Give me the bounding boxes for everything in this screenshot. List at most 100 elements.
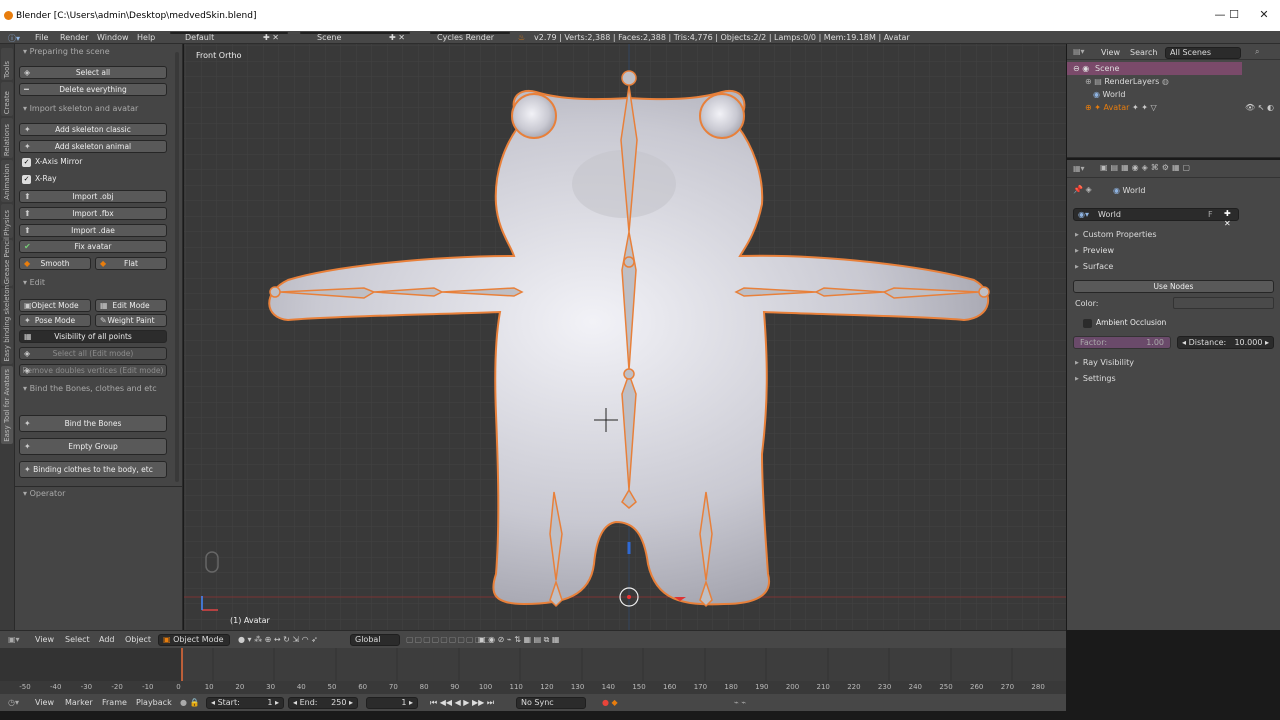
object-mode-button[interactable]: ▣ Object Mode xyxy=(19,299,91,312)
menu-object[interactable]: Object xyxy=(125,635,151,644)
timeline-tick-label: 250 xyxy=(939,683,953,691)
playback-controls[interactable]: ⏮ ◀◀ ◀ ▶ ▶▶ ⏭ xyxy=(430,698,494,708)
timeline-tick-label: -30 xyxy=(80,683,93,691)
start-frame-field[interactable]: ◂ Start: 1 ▸ xyxy=(206,697,284,709)
timeline-tick-label: 20 xyxy=(235,683,245,691)
snap-icons[interactable]: ▣ ◉ ⊘ ⌁ ⇅ ▦ ▤ ⧉ ▦ xyxy=(478,635,560,645)
lock-icon[interactable]: ● 🔒 xyxy=(180,698,199,707)
binding-clothes-button[interactable]: ✦ Binding clothes to the body, etc xyxy=(19,461,167,478)
tab-easy-tool-avatars[interactable]: Easy Tool for Avatars xyxy=(1,366,13,444)
outliner-row-world[interactable]: ◉ World xyxy=(1093,90,1125,99)
outliner-display-mode[interactable]: All Scenes xyxy=(1165,47,1241,59)
frame-menu[interactable]: Frame xyxy=(102,698,127,707)
toolshelf-scrollbar[interactable] xyxy=(175,52,179,482)
section-operator[interactable]: ▾ Operator xyxy=(23,489,65,498)
mode-select[interactable]: ▣ Object Mode xyxy=(158,634,230,646)
section-preparing[interactable]: ▾ Preparing the scene xyxy=(23,47,110,56)
timeline-view-menu[interactable]: View xyxy=(35,698,54,707)
import-dae-button[interactable]: ⬆ Import .dae xyxy=(19,224,167,237)
close-window-button[interactable]: ✕ xyxy=(1244,8,1280,24)
tab-tools[interactable]: Tools xyxy=(1,48,13,80)
empty-group-button[interactable]: ✦ Empty Group xyxy=(19,438,167,455)
menu-add[interactable]: Add xyxy=(99,635,115,644)
custom-properties-panel[interactable]: Custom Properties xyxy=(1075,230,1157,239)
section-import[interactable]: ▾ Import skeleton and avatar xyxy=(23,104,138,113)
pose-mode-button[interactable]: ✦ Pose Mode xyxy=(19,314,91,327)
factor-field[interactable]: Factor: 1.00 xyxy=(1073,336,1171,349)
orientation-select[interactable]: Global xyxy=(350,634,400,646)
timeline-tick-label: 120 xyxy=(540,683,554,691)
menu-select[interactable]: Select xyxy=(65,635,90,644)
settings-panel[interactable]: Settings xyxy=(1075,374,1116,383)
bind-bones-button[interactable]: ✦ Bind the Bones xyxy=(19,415,167,432)
outliner-row-renderlayers[interactable]: ⊕ ▤ RenderLayers ◍ xyxy=(1085,77,1169,86)
current-frame-field[interactable]: 1 ▸ xyxy=(366,697,418,709)
remove-doubles-button[interactable]: ◈ Remove doubles vertices (Edit mode) xyxy=(19,364,167,377)
timeline-tick-label: 200 xyxy=(785,683,800,691)
surface-panel[interactable]: Surface xyxy=(1075,262,1113,271)
smooth-button[interactable]: ◆ Smooth xyxy=(19,257,91,270)
record-icon[interactable]: ● ◆ xyxy=(602,698,618,707)
marker-menu[interactable]: Marker xyxy=(65,698,93,707)
menu-help[interactable]: Help xyxy=(137,33,155,42)
select-all-edit-button[interactable]: ◈ Select all (Edit mode) xyxy=(19,347,167,360)
menu-file[interactable]: File xyxy=(35,33,48,42)
add-skeleton-animal-button[interactable]: ✦ Add skeleton animal xyxy=(19,140,167,153)
outliner-editor-icon[interactable]: ▤▾ xyxy=(1073,47,1085,56)
ray-visibility-panel[interactable]: Ray Visibility xyxy=(1075,358,1134,367)
tab-animation[interactable]: Animation xyxy=(1,160,13,202)
color-swatch[interactable] xyxy=(1173,297,1274,309)
section-edit[interactable]: ▾ Edit xyxy=(23,278,45,287)
pin-icon[interactable]: 📌 ◈ xyxy=(1073,185,1092,194)
use-nodes-button[interactable]: Use Nodes xyxy=(1073,280,1274,293)
delete-everything-button[interactable]: ━ Delete everything xyxy=(19,83,167,96)
outliner-search-menu[interactable]: Search xyxy=(1130,48,1157,57)
outliner-view-menu[interactable]: View xyxy=(1101,48,1120,57)
outliner-row-avatar[interactable]: ⊕ ✦ Avatar ✦ ✦ ▽ xyxy=(1085,103,1157,112)
info-editor-icon[interactable]: ⓘ▾ xyxy=(8,33,20,44)
ambient-occlusion-checkbox[interactable]: Ambient Occlusion xyxy=(1083,318,1166,328)
weight-paint-button[interactable]: ✎ Weight Paint xyxy=(95,314,167,327)
visibility-eye-icon[interactable]: 👁 ↖ ◐ xyxy=(1245,103,1274,112)
shading-icons[interactable]: ● ▾ ⁂ ⊕ ↔ ↻ ⇲ ◠ ➶ xyxy=(238,635,318,644)
xaxis-mirror-checkbox[interactable]: ✓ X-Axis Mirror xyxy=(22,157,82,167)
render-engine-select[interactable]: Cycles Render xyxy=(430,32,510,42)
flat-button[interactable]: ◆ Flat xyxy=(95,257,167,270)
sync-select[interactable]: No Sync xyxy=(516,697,586,709)
tab-grease-pencil[interactable]: Grease Pencil xyxy=(1,237,13,286)
menu-window[interactable]: Window xyxy=(97,33,129,42)
tab-easy-binding-skeleton[interactable]: Easy binding skeleton xyxy=(1,285,13,364)
import-obj-button[interactable]: ⬆ Import .obj xyxy=(19,190,167,203)
tab-relations[interactable]: Relations xyxy=(1,118,13,158)
outliner-row-scene[interactable]: ⊖ ◉ Scene xyxy=(1067,62,1242,75)
add-skeleton-classic-button[interactable]: ✦ Add skeleton classic xyxy=(19,123,167,136)
preview-panel[interactable]: Preview xyxy=(1075,246,1114,255)
import-fbx-button[interactable]: ⬆ Import .fbx xyxy=(19,207,167,220)
menu-view[interactable]: View xyxy=(35,635,54,644)
layout-selector[interactable]: Default ✚ ✕ xyxy=(170,32,288,42)
timeline-tick-label: 190 xyxy=(755,683,769,691)
fix-avatar-button[interactable]: ✔ Fix avatar xyxy=(19,240,167,253)
outliner-search-icon[interactable]: ⌕ xyxy=(1255,47,1259,57)
select-all-button[interactable]: ◈ Select all xyxy=(19,66,167,79)
end-frame-field[interactable]: ◂ End: 250 ▸ xyxy=(288,697,358,709)
tab-physics[interactable]: Physics xyxy=(1,204,13,238)
properties-context-icons[interactable]: ▣▤▦◉◈⌘⚙▦▢ xyxy=(1100,163,1193,172)
visibility-all-points-button[interactable]: ▦ Visibility of all points xyxy=(19,330,167,343)
properties-editor-icon[interactable]: ▦▾ xyxy=(1073,164,1085,173)
tab-create[interactable]: Create xyxy=(1,82,13,116)
world-datablock-field[interactable]: ◉▾ World F ✚ ✕ xyxy=(1073,208,1239,228)
playback-menu[interactable]: Playback xyxy=(136,698,172,707)
scene-selector[interactable]: Scene ✚ ✕ xyxy=(300,32,410,42)
xray-checkbox[interactable]: ✓ X-Ray xyxy=(22,174,57,184)
timeline-editor[interactable]: -50 -40 -30 -20 -10 0 10 20 30 40 50 60 70 80 90 100 110… xyxy=(0,648,1066,694)
timeline-tick-label: 80 xyxy=(419,683,429,691)
section-bind[interactable]: ▾ Bind the Bones, clothes and etc xyxy=(23,384,157,393)
editor-type-icon[interactable]: ▣▾ xyxy=(8,635,20,644)
viewport-3d[interactable]: Front Ortho (1) Avatar xyxy=(184,44,1066,630)
timeline-editor-icon[interactable]: ◷▾ xyxy=(8,698,19,707)
distance-field[interactable]: ◂ Distance: 10.000 ▸ xyxy=(1177,336,1274,349)
edit-mode-button[interactable]: ▦ Edit Mode xyxy=(95,299,167,312)
menu-render[interactable]: Render xyxy=(60,33,88,42)
keying-icons[interactable]: ⌁ ⌁ xyxy=(734,698,746,707)
